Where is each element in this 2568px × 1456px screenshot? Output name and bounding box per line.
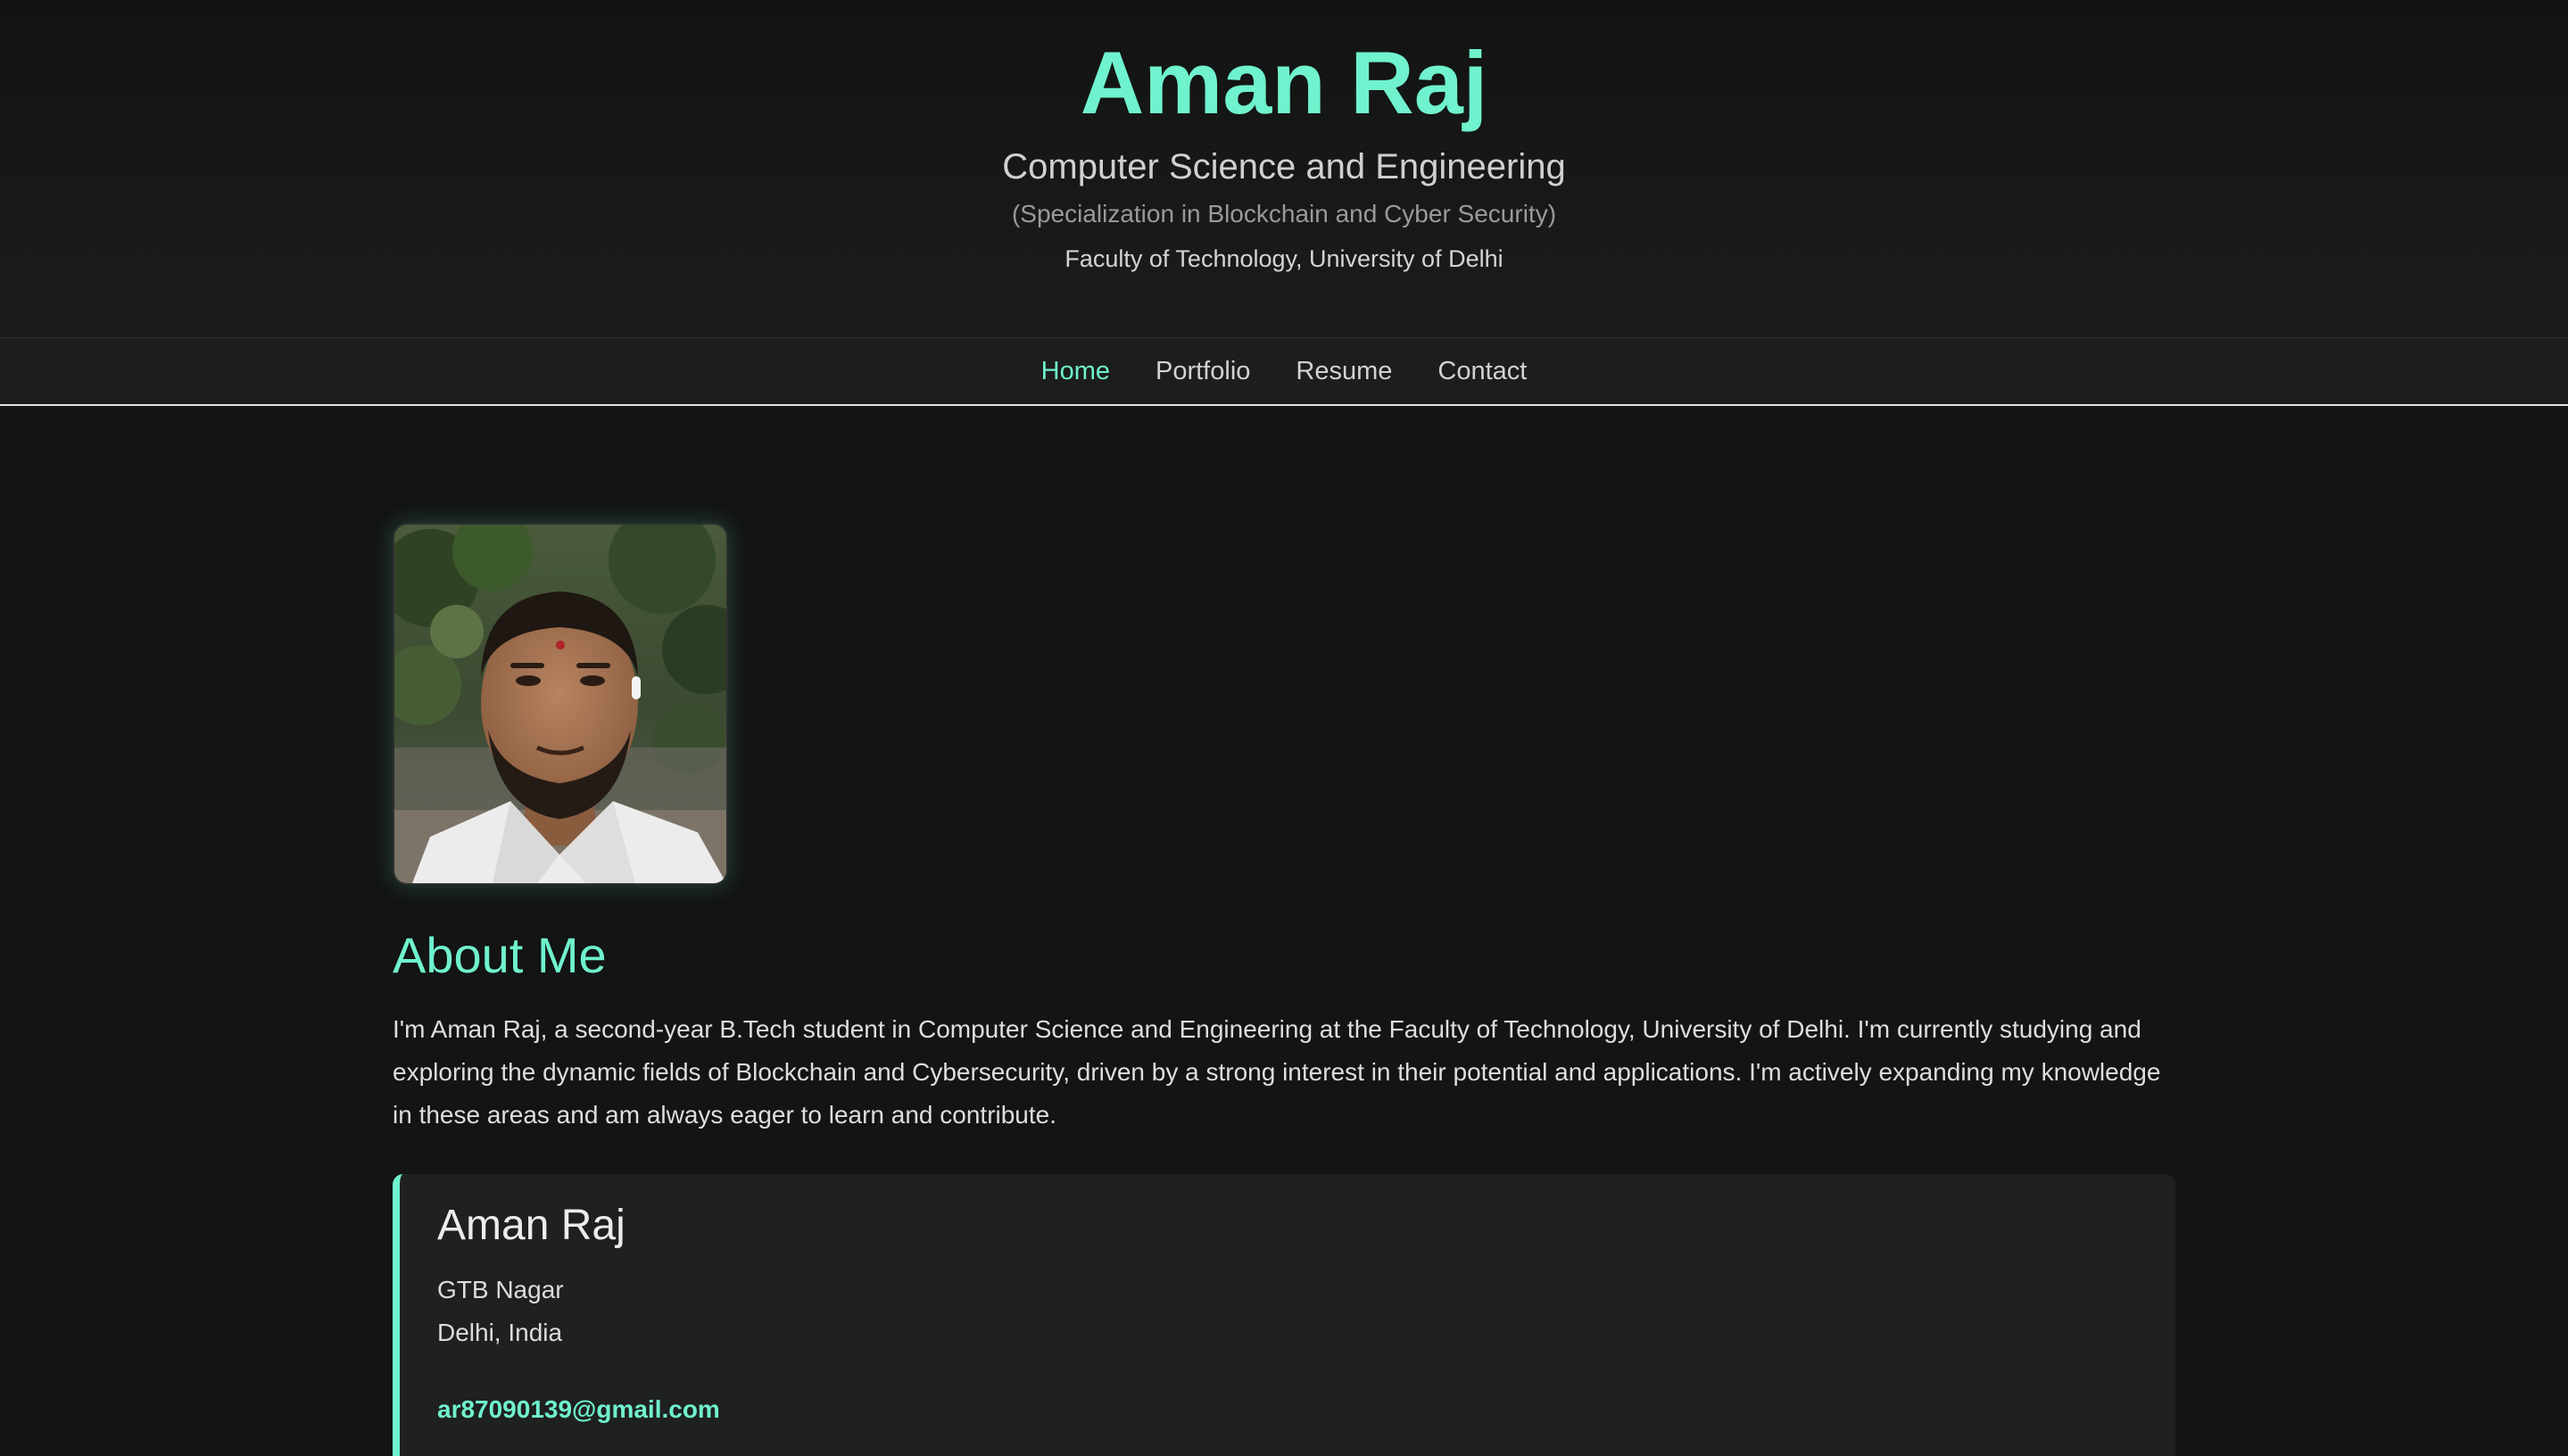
contact-email-link[interactable]: ar87090139@gmail.com — [437, 1392, 720, 1427]
contact-address-line1: GTB Nagar — [437, 1276, 564, 1303]
about-heading: About Me — [393, 927, 607, 983]
page: Aman Raj Computer Science and Engineerin… — [0, 0, 2568, 1456]
about-paragraph: I'm Aman Raj, a second-year B.Tech stude… — [393, 1015, 2161, 1129]
profile-photo-image — [394, 525, 726, 883]
site-title: Aman Raj — [1080, 33, 1488, 132]
nav-link-home[interactable]: Home — [1041, 353, 1110, 389]
site-header: Aman Raj Computer Science and Engineerin… — [0, 0, 2568, 337]
nav-link-portfolio[interactable]: Portfolio — [1156, 353, 1250, 389]
faculty-subtitle: Faculty of Technology, University of Del… — [1064, 245, 1504, 272]
main-nav: Home Portfolio Resume Contact — [0, 337, 2568, 406]
profile-photo — [393, 523, 728, 885]
department-subtitle: Computer Science and Engineering — [1002, 147, 1566, 186]
nav-link-resume[interactable]: Resume — [1296, 353, 1392, 389]
specialization-subtitle: (Specialization in Blockchain and Cyber … — [1011, 200, 1557, 228]
contact-name: Aman Raj — [437, 1202, 625, 1249]
nav-link-contact[interactable]: Contact — [1437, 353, 1527, 389]
contact-address-line2: Delhi, India — [437, 1319, 563, 1346]
contact-card: Aman Raj GTB Nagar Delhi, India ar870901… — [393, 1174, 2175, 1456]
